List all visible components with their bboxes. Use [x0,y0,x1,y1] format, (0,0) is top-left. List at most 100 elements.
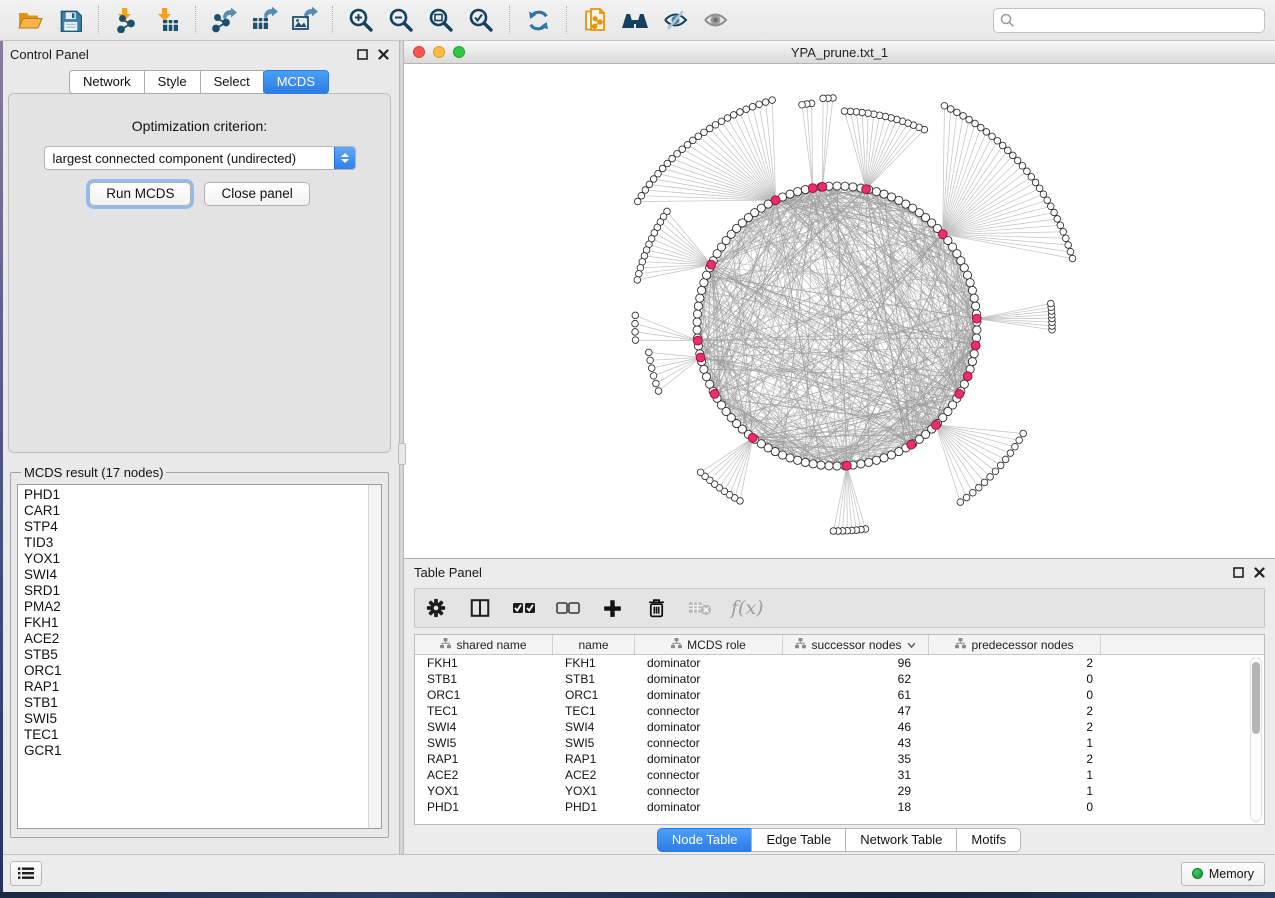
splitter-grip-icon[interactable] [398,443,406,465]
zoom-fit-icon[interactable] [421,3,461,37]
mcds-result-list[interactable]: PHD1CAR1STP4TID3YOX1SWI4SRD1PMA2FKH1ACE2… [17,484,382,829]
unselect-all-checkboxes-icon[interactable] [555,595,581,621]
mcds-result-item[interactable]: FKH1 [24,615,381,631]
show-all-eye-icon[interactable] [695,3,735,37]
add-column-plus-icon[interactable] [599,595,625,621]
minimize-window-icon[interactable] [433,46,445,58]
tab-style[interactable]: Style [144,70,201,94]
cell-name: STB1 [553,671,635,687]
table-row[interactable]: PHD1PHD1dominator180 [415,799,1264,815]
table-tab-edge-table[interactable]: Edge Table [751,828,846,852]
mcds-result-item[interactable]: PHD1 [24,487,381,503]
cell-shared_name: PHD1 [415,799,553,815]
table-row[interactable]: TEC1TEC1connector472 [415,703,1264,719]
mcds-result-item[interactable]: TEC1 [24,727,381,743]
function-builder-icon[interactable]: f(x) [731,597,764,619]
cell-mcds_role: connector [635,735,783,751]
column-header-shared-name[interactable]: shared name [415,635,553,654]
table-row[interactable]: FKH1FKH1dominator962 [415,655,1264,671]
import-network-icon[interactable] [107,3,147,37]
cell-shared_name: ACE2 [415,767,553,783]
cell-predecessor_nodes: 0 [929,799,1101,815]
tab-mcds[interactable]: MCDS [263,70,329,94]
table-scrollbar-thumb[interactable] [1252,662,1260,734]
column-view-icon[interactable] [467,595,493,621]
status-bar: Memory [0,854,1275,892]
mcds-result-item[interactable]: TID3 [24,535,381,551]
mcds-result-item[interactable]: STB1 [24,695,381,711]
task-history-button[interactable] [10,861,42,886]
search-icon [1000,13,1015,28]
mcds-result-item[interactable]: RAP1 [24,679,381,695]
network-canvas[interactable] [404,64,1275,558]
column-header-name[interactable]: name [553,635,635,654]
panel-splitter[interactable] [399,41,404,854]
cell-name: ACE2 [553,767,635,783]
tab-select[interactable]: Select [200,70,264,94]
list-scrollbar-track[interactable] [368,485,381,828]
mcds-result-item[interactable]: SWI4 [24,567,381,583]
mcds-result-item[interactable]: CAR1 [24,503,381,519]
column-header-successor-nodes[interactable]: successor nodes [783,635,929,654]
select-all-checkboxes-icon[interactable] [511,595,537,621]
column-header-predecessor-nodes[interactable]: predecessor nodes [929,635,1101,654]
delete-column-trash-icon[interactable] [643,595,669,621]
table-row[interactable]: STB1STB1dominator620 [415,671,1264,687]
close-window-icon[interactable] [413,46,425,58]
table-row[interactable]: YOX1YOX1connector291 [415,783,1264,799]
table-row[interactable]: ORC1ORC1dominator610 [415,687,1264,703]
float-table-panel-icon[interactable] [1233,567,1244,578]
table-row[interactable]: SWI4SWI4dominator462 [415,719,1264,735]
attribute-settings-gear-icon[interactable] [423,595,449,621]
delete-table-icon[interactable] [687,595,713,621]
column-label: name [578,638,608,652]
import-table-icon[interactable] [147,3,187,37]
table-row[interactable]: ACE2ACE2connector311 [415,767,1264,783]
close-panel-button[interactable]: Close panel [204,182,309,206]
close-panel-icon[interactable] [378,49,389,60]
mcds-result-item[interactable]: YOX1 [24,551,381,567]
open-session-icon[interactable] [10,3,50,37]
mcds-result-item[interactable]: ORC1 [24,663,381,679]
cell-name: RAP1 [553,751,635,767]
mcds-result-item[interactable]: SWI5 [24,711,381,727]
column-header-MCDS-role[interactable]: MCDS role [635,635,783,654]
hide-selected-eye-icon[interactable] [655,3,695,37]
table-tab-network-table[interactable]: Network Table [845,828,957,852]
table-row[interactable]: SWI5SWI5connector431 [415,735,1264,751]
zoom-selected-icon[interactable] [461,3,501,37]
first-neighbors-icon[interactable] [615,3,655,37]
run-mcds-button[interactable]: Run MCDS [89,182,191,206]
mcds-result-item[interactable]: SRD1 [24,583,381,599]
mcds-result-item[interactable]: STP4 [24,519,381,535]
float-panel-icon[interactable] [357,49,368,60]
export-network-icon[interactable] [204,3,244,37]
memory-status-icon [1192,868,1203,879]
mcds-result-item[interactable]: GCR1 [24,743,381,759]
export-image-icon[interactable] [284,3,324,37]
table-tab-node-table[interactable]: Node Table [657,828,753,852]
memory-button[interactable]: Memory [1181,862,1265,886]
maximize-window-icon[interactable] [453,46,465,58]
save-session-icon[interactable] [50,3,90,37]
mcds-result-item[interactable]: PMA2 [24,599,381,615]
mcds-result-item[interactable]: ACE2 [24,631,381,647]
cell-successor_nodes: 18 [783,799,929,815]
clone-network-icon[interactable] [575,3,615,37]
table-row[interactable]: RAP1RAP1dominator352 [415,751,1264,767]
network-window-titlebar[interactable]: YPA_prune.txt_1 [404,41,1275,64]
zoom-out-icon[interactable] [381,3,421,37]
table-tab-motifs[interactable]: Motifs [956,828,1021,852]
mcds-result-item[interactable]: STB5 [24,647,381,663]
export-table-icon[interactable] [244,3,284,37]
tab-network[interactable]: Network [69,70,145,94]
zoom-in-icon[interactable] [341,3,381,37]
search-input[interactable] [993,8,1265,33]
column-label: predecessor nodes [971,638,1073,652]
cell-name: ORC1 [553,687,635,703]
toolbar-separator [98,6,99,34]
table-scrollbar[interactable] [1250,657,1262,822]
criterion-dropdown[interactable]: largest connected component (undirected) [44,146,356,170]
close-table-panel-icon[interactable] [1254,567,1265,578]
refresh-icon[interactable] [518,3,558,37]
